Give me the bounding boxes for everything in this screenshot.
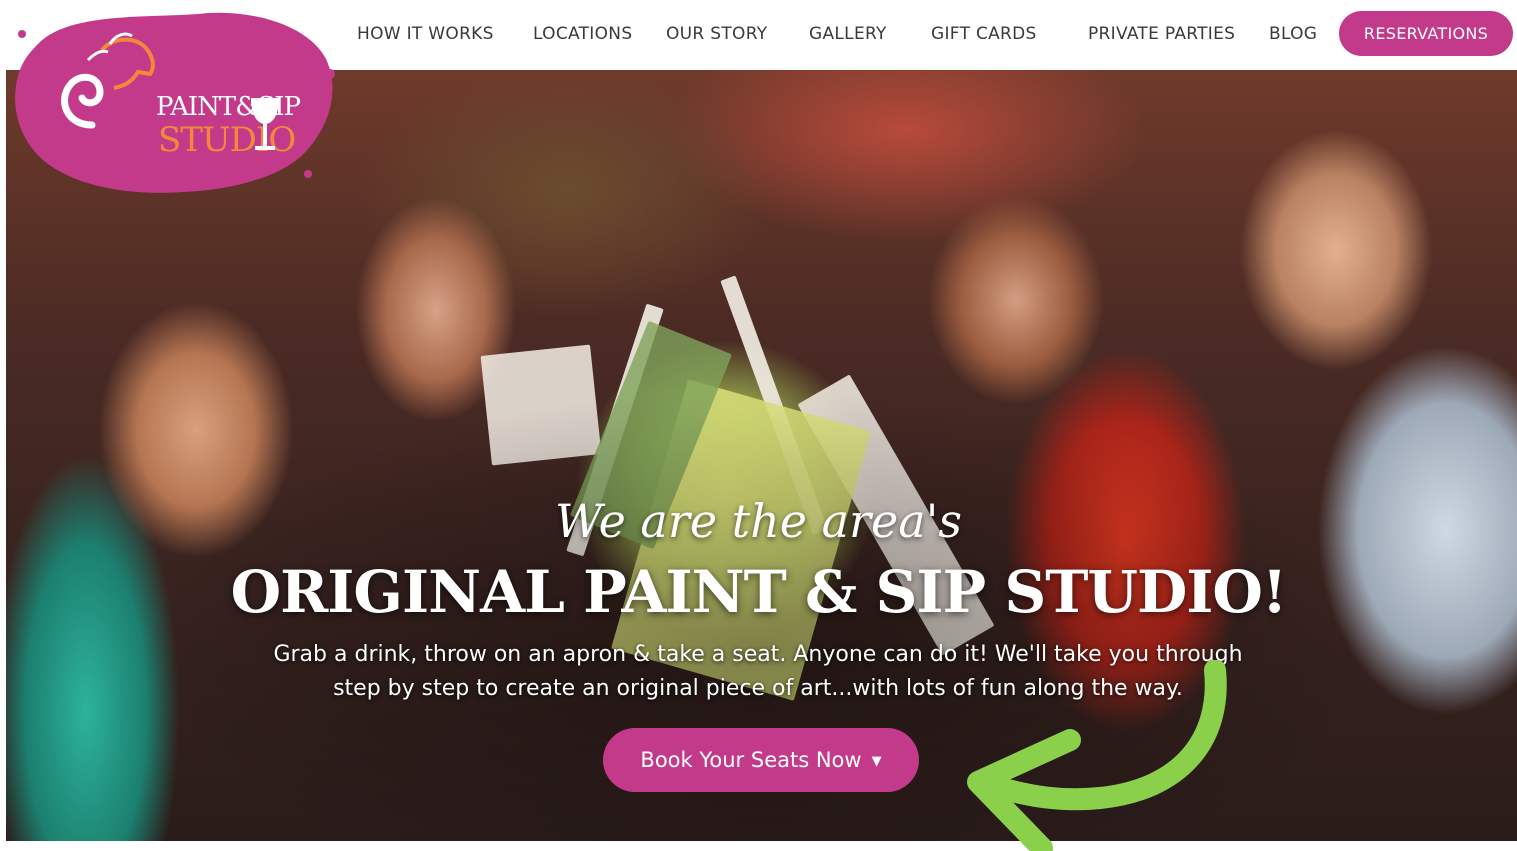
nav-private-parties[interactable]: PRIVATE PARTIES xyxy=(1088,24,1235,44)
book-seats-label: Book Your Seats Now xyxy=(640,748,862,772)
hero-tagline: We are the area's xyxy=(555,494,962,548)
site-logo[interactable]: PAINT&SIP STUDIO xyxy=(8,4,338,200)
nav-gift-cards[interactable]: GIFT CARDS xyxy=(931,24,1037,44)
nav-locations[interactable]: LOCATIONS xyxy=(533,24,632,44)
caret-down-icon: ▼ xyxy=(871,754,882,769)
nav-blog[interactable]: BLOG xyxy=(1269,24,1317,44)
reservations-button[interactable]: RESERVATIONS xyxy=(1339,11,1513,56)
hero-headline: ORIGINAL PAINT & SIP STUDIO! xyxy=(230,558,1288,626)
nav-our-story[interactable]: OUR STORY xyxy=(666,24,767,44)
curved-arrow-icon xyxy=(967,660,1227,851)
book-seats-button[interactable]: Book Your Seats Now ▼ xyxy=(603,728,919,792)
nav-how-it-works[interactable]: HOW IT WORKS xyxy=(357,24,494,44)
horse-icon xyxy=(61,32,155,129)
wine-glass-icon xyxy=(251,98,279,150)
nav-gallery[interactable]: GALLERY xyxy=(809,24,887,44)
